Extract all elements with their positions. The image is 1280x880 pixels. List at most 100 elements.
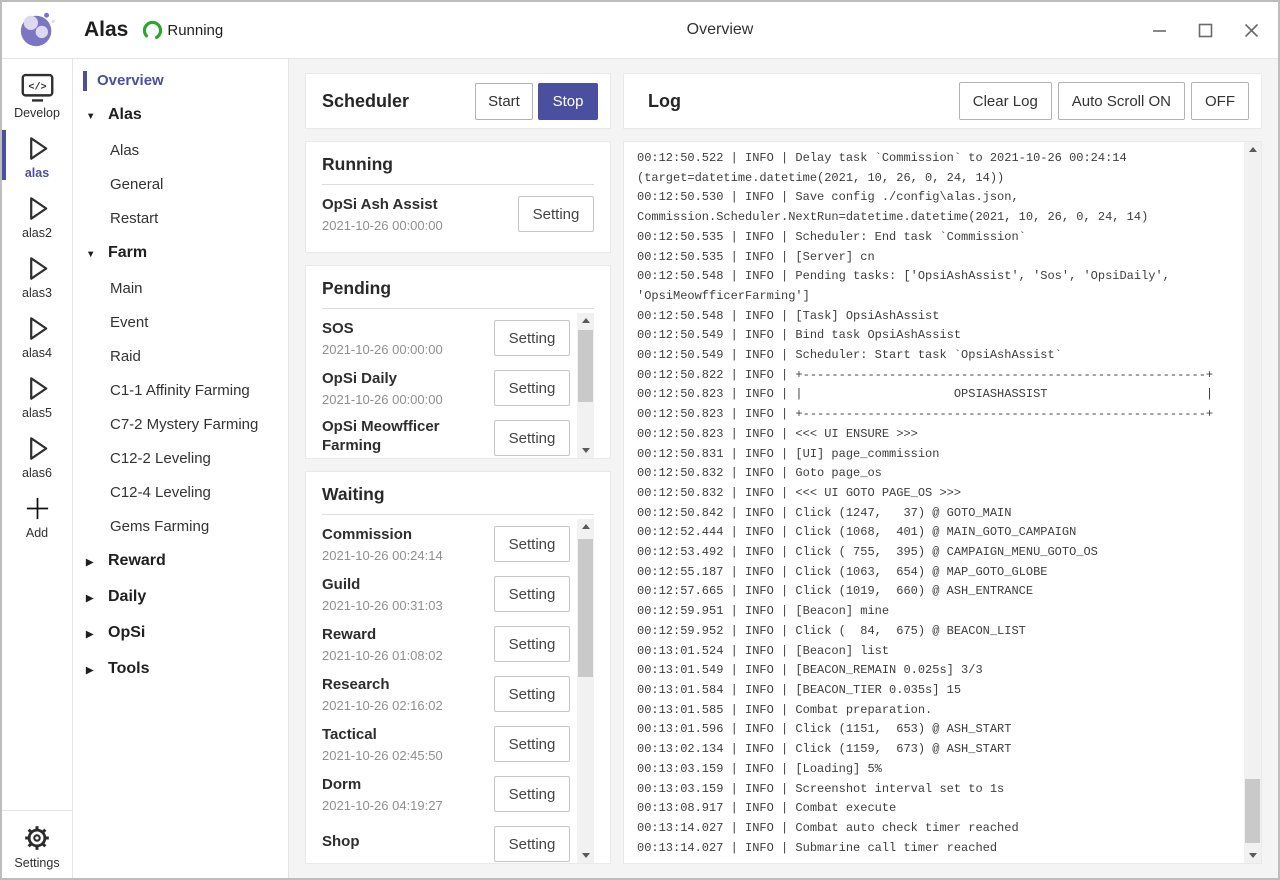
task-info: Guild 2021-10-26 00:31:03 <box>322 575 494 613</box>
nav-arrow-icon <box>86 107 108 127</box>
nav-item[interactable]: Main <box>73 279 288 299</box>
task-row: Dorm 2021-10-26 04:19:27 Setting <box>322 769 570 819</box>
task-setting-button[interactable]: Setting <box>494 726 570 762</box>
nav-item-label: Tools <box>108 660 149 677</box>
log-line: 00:12:52.444 | INFO | Click (1068, 401) … <box>637 523 1242 543</box>
task-name: OpSi Daily <box>322 369 494 388</box>
nav-item[interactable]: OpSi <box>73 623 288 645</box>
task-row: SOS 2021-10-26 00:00:00 Setting <box>322 313 570 363</box>
nav-item[interactable]: Raid <box>73 347 288 367</box>
nav-item[interactable]: C1-1 Affinity Farming <box>73 381 288 401</box>
nav-item-label: Main <box>110 280 143 297</box>
nav-item[interactable]: General <box>73 175 288 195</box>
task-setting-button[interactable]: Setting <box>494 776 570 812</box>
task-setting-button[interactable]: Setting <box>494 826 570 862</box>
rail-instance[interactable]: alas3 <box>2 245 72 305</box>
rail-item-settings[interactable]: Settings <box>2 810 72 878</box>
pending-scrollbar[interactable] <box>577 313 594 458</box>
nav-item[interactable]: Tools <box>73 659 288 681</box>
task-info: Shop <box>322 832 494 856</box>
scroll-down-icon[interactable] <box>1244 848 1261 863</box>
scrollbar-thumb[interactable] <box>578 330 593 402</box>
scrollbar-thumb[interactable] <box>1245 779 1260 843</box>
log-line: 00:12:50.823 | INFO | +-----------------… <box>637 405 1242 425</box>
log-line: 00:12:57.665 | INFO | Click (1019, 660) … <box>637 582 1242 602</box>
auto-scroll-on-button[interactable]: Auto Scroll ON <box>1058 82 1185 120</box>
rail-instance[interactable]: alas5 <box>2 365 72 425</box>
maximize-button[interactable] <box>1196 21 1214 39</box>
task-setting-button[interactable]: Setting <box>518 196 594 232</box>
nav-item[interactable]: Reward <box>73 551 288 573</box>
scroll-up-icon[interactable] <box>577 519 594 534</box>
plus-icon <box>2 491 72 525</box>
rail-instance[interactable]: alas2 <box>2 185 72 245</box>
log-line: 00:12:50.832 | INFO | Goto page_os <box>637 464 1242 484</box>
log-line: 00:12:50.549 | INFO | Bind task OpsiAshA… <box>637 326 1242 346</box>
nav-item[interactable]: Daily <box>73 587 288 609</box>
nav-item[interactable]: Alas <box>73 105 288 127</box>
rail-item-develop[interactable]: </> Develop <box>2 65 72 125</box>
running-title: Running <box>322 154 594 185</box>
log-line: 00:12:50.535 | INFO | [Server] cn <box>637 248 1242 268</box>
nav-item[interactable]: Event <box>73 313 288 333</box>
task-setting-button[interactable]: Setting <box>494 420 570 456</box>
log-line: 00:12:50.522 | INFO | Delay task `Commis… <box>637 149 1242 188</box>
log-line: 00:12:50.549 | INFO | Scheduler: Start t… <box>637 346 1242 366</box>
task-next-run-time: 2021-10-26 00:00:00 <box>322 343 494 357</box>
nav-item[interactable]: Restart <box>73 209 288 229</box>
window-controls <box>1150 2 1260 58</box>
waiting-scrollbar[interactable] <box>577 519 594 863</box>
task-row: Reward 2021-10-26 01:08:02 Setting <box>322 619 570 669</box>
task-setting-button[interactable]: Setting <box>494 576 570 612</box>
task-next-run-time: 2021-10-26 04:19:27 <box>322 799 494 813</box>
gear-icon <box>2 821 72 855</box>
task-setting-button[interactable]: Setting <box>494 370 570 406</box>
nav-item[interactable]: C7-2 Mystery Farming <box>73 415 288 435</box>
task-info: OpSi Ash Assist 2021-10-26 00:00:00 <box>322 195 518 233</box>
task-info: Commission 2021-10-26 00:24:14 <box>322 525 494 563</box>
rail-instance[interactable]: alas <box>2 125 72 185</box>
log-line: 00:12:50.832 | INFO | <<< UI GOTO PAGE_O… <box>637 484 1242 504</box>
nav-item-label: Alas <box>108 106 142 123</box>
nav-item-label: General <box>110 176 163 193</box>
nav-item[interactable]: Alas <box>73 141 288 161</box>
scroll-down-icon[interactable] <box>577 443 594 458</box>
task-setting-button[interactable]: Setting <box>494 626 570 662</box>
waiting-title: Waiting <box>322 484 594 515</box>
nav-item-label: Raid <box>110 348 141 365</box>
nav-item[interactable]: C12-2 Leveling <box>73 449 288 469</box>
rail-instance[interactable]: alas4 <box>2 305 72 365</box>
stop-button[interactable]: Stop <box>538 83 598 120</box>
nav-item[interactable]: Gems Farming <box>73 517 288 537</box>
task-setting-button[interactable]: Setting <box>494 526 570 562</box>
clear-log-button[interactable]: Clear Log <box>959 82 1052 120</box>
log-line: 00:13:01.596 | INFO | Click (1151, 653) … <box>637 720 1242 740</box>
content-area: Scheduler Start Stop Running OpSi Ash As… <box>289 59 1278 878</box>
nav-item[interactable]: Farm <box>73 243 288 265</box>
scrollbar-thumb[interactable] <box>578 539 593 677</box>
rail-instance[interactable]: alas6 <box>2 425 72 485</box>
develop-icon: </> <box>2 71 72 105</box>
scheduler-status-text: Running <box>167 22 223 39</box>
minimize-button[interactable] <box>1150 21 1168 39</box>
start-button[interactable]: Start <box>475 83 533 120</box>
scroll-up-icon[interactable] <box>577 313 594 328</box>
rail-item-add[interactable]: Add <box>2 485 72 545</box>
nav-item[interactable]: C12-4 Leveling <box>73 483 288 503</box>
task-next-run-time: 2021-10-26 00:24:14 <box>322 549 494 563</box>
nav-arrow-icon <box>86 245 108 265</box>
auto-scroll-off-button[interactable]: OFF <box>1191 82 1249 120</box>
task-info: OpSi Daily 2021-10-26 00:00:00 <box>322 369 494 407</box>
close-button[interactable] <box>1242 21 1260 39</box>
scroll-up-icon[interactable] <box>1244 142 1261 157</box>
scroll-down-icon[interactable] <box>577 848 594 863</box>
task-info: Research 2021-10-26 02:16:02 <box>322 675 494 713</box>
rail-instance-label: alas5 <box>2 406 72 420</box>
task-setting-button[interactable]: Setting <box>494 320 570 356</box>
play-icon <box>2 371 72 405</box>
waiting-task-list: Commission 2021-10-26 00:24:14 Setting G… <box>322 519 570 863</box>
nav-item[interactable]: Overview <box>73 71 288 91</box>
log-scrollbar[interactable] <box>1244 142 1261 863</box>
task-setting-button[interactable]: Setting <box>494 676 570 712</box>
log-line: 00:13:03.159 | INFO | [Loading] 5% <box>637 760 1242 780</box>
